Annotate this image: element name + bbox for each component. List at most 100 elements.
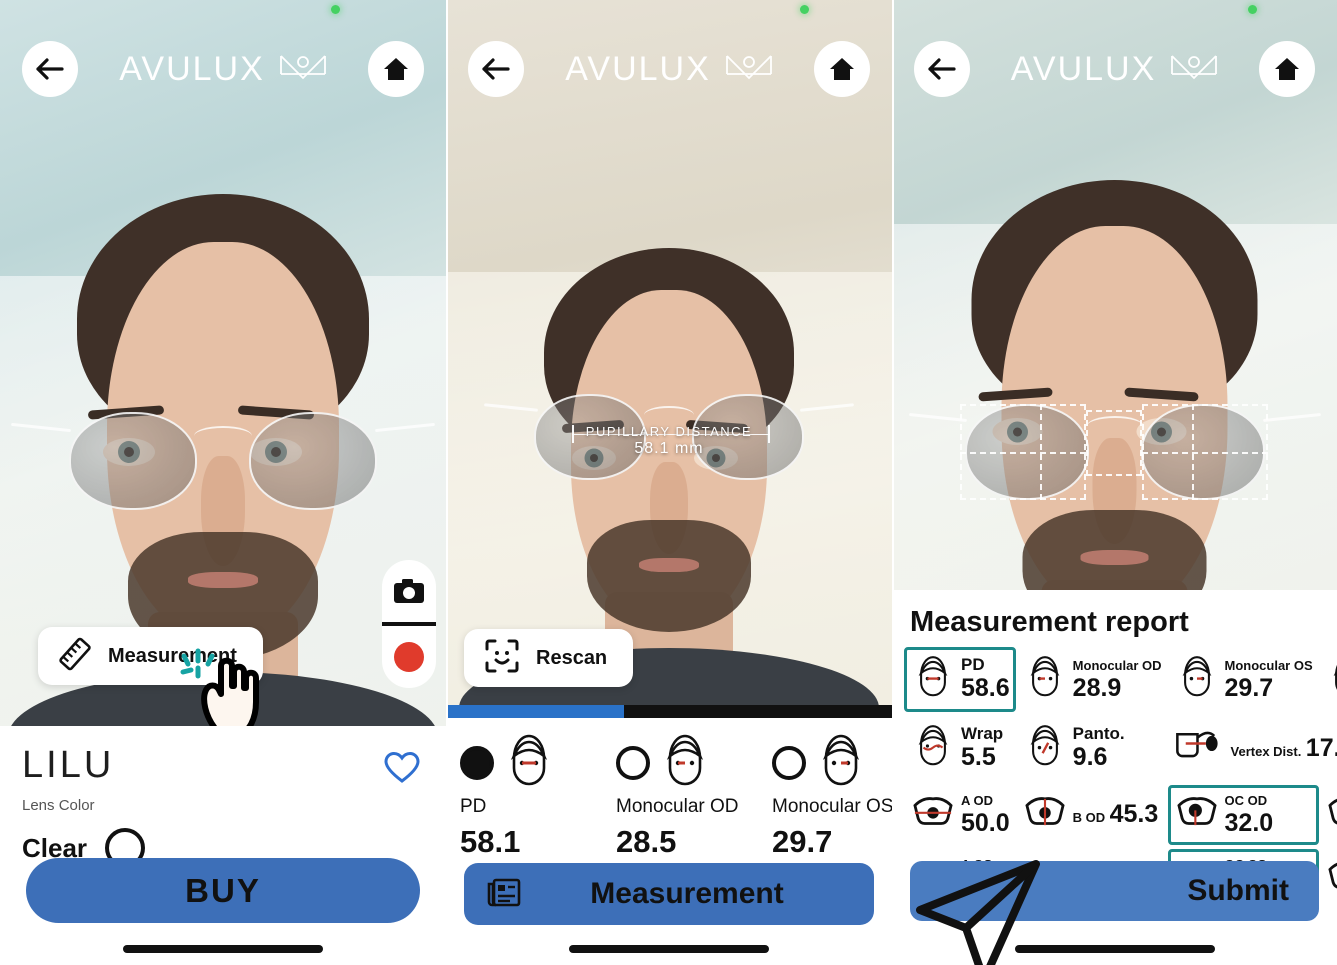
face-panto-icon — [1022, 723, 1068, 774]
vertex-dist-icon — [1174, 724, 1226, 773]
pd-overlay-caption: PUPILLARY DISTANCE — [585, 424, 753, 439]
face-bridge-icon — [1325, 654, 1337, 705]
rescan-chip-button[interactable]: Rescan — [464, 629, 634, 687]
list-item[interactable]: Monocular OS 29.7 — [772, 734, 892, 860]
app-header-1: AVULUX — [0, 40, 446, 98]
avulux-wing-icon — [725, 52, 773, 87]
lens-oc-od-icon — [1174, 792, 1220, 837]
lens-a-od-icon — [910, 792, 956, 837]
rescan-chip-label: Rescan — [536, 646, 608, 669]
measurement-value: 58.1 — [460, 824, 521, 859]
report-item-oc-od[interactable]: OC OD 32.0 — [1167, 785, 1319, 845]
camera-viewport-1: Measurement — [0, 0, 446, 726]
measurement-selector-panel: PD 58.1 Monocular OD 28.5 Monocular OS 2… — [446, 718, 892, 965]
panel-product-view: Measurement LILU Lens Color Clear BUY AV… — [0, 0, 446, 965]
report-item-pd[interactable]: PD 58.6 — [904, 647, 1016, 712]
panel-scan-view: PUPILLARY DISTANCE 58.1 mm Rescan PD 58.… — [446, 0, 892, 965]
product-info-panel: LILU Lens Color Clear BUY — [0, 726, 446, 965]
lens-color-label: Lens Color — [22, 797, 95, 814]
face-pd-icon — [500, 732, 558, 795]
report-item-value: 32.0 — [1224, 809, 1274, 837]
radio-monocular-od[interactable] — [616, 746, 650, 780]
home-indicator — [123, 945, 323, 953]
home-button-1[interactable] — [368, 41, 424, 97]
submit-button-label: Submit — [1187, 874, 1289, 907]
home-button-2[interactable] — [814, 41, 870, 97]
measurement-name: Monocular OS — [772, 796, 892, 817]
report-item-value: 9.6 — [1072, 743, 1108, 772]
measurement-report-button[interactable]: Measurement — [464, 863, 874, 925]
measurement-name: Monocular OD — [616, 796, 739, 817]
camera-controls[interactable] — [382, 560, 436, 688]
back-button-1[interactable] — [22, 41, 78, 97]
face-mono-od-icon — [1022, 654, 1068, 705]
back-button-2[interactable] — [468, 41, 524, 97]
report-item-b-od[interactable]: B OD 45.3 — [1016, 785, 1168, 845]
camera-icon[interactable] — [382, 560, 436, 622]
measurement-report-label: Measurement — [590, 877, 784, 910]
measurement-selector-row: PD 58.1 Monocular OD 28.5 Monocular OS 2… — [446, 718, 892, 860]
a-line-os — [1142, 452, 1268, 454]
report-item-monocular-os[interactable]: Monocular OS 29.7 — [1168, 647, 1319, 712]
brand-logo-2: AVULUX — [524, 50, 814, 89]
measurement-report-panel: Measurement report PD 58.6 Monocular OD … — [892, 590, 1337, 965]
a-line-od — [960, 452, 1086, 454]
report-item-name: Monocular OD — [1072, 657, 1162, 673]
report-item-name: OC OD — [1224, 793, 1268, 808]
camera-active-dot — [331, 5, 340, 14]
report-item-name: Panto. — [1072, 724, 1125, 744]
brand-name-2: AVULUX — [565, 49, 711, 88]
scan-progress-bar — [446, 705, 892, 718]
list-item[interactable]: PD 58.1 — [460, 734, 616, 860]
report-item-name: Monocular OS — [1224, 657, 1313, 673]
report-item-value: 50.0 — [961, 809, 1010, 837]
record-dot-icon[interactable] — [382, 626, 436, 688]
measurement-chip-label: Measurement — [108, 644, 237, 667]
three-panel-screenshot: Measurement LILU Lens Color Clear BUY AV… — [0, 0, 1337, 965]
camera-viewport-2: PUPILLARY DISTANCE 58.1 mm Rescan — [446, 0, 892, 717]
user-face-photo — [892, 150, 1337, 590]
radio-pd[interactable] — [460, 746, 494, 780]
report-item-a-od[interactable]: A OD 50.0 — [904, 785, 1016, 845]
panel-report-view: Measurement report PD 58.6 Monocular OD … — [892, 0, 1337, 965]
back-button-3[interactable] — [914, 41, 970, 97]
radio-monocular-os[interactable] — [772, 746, 806, 780]
report-item-top-os[interactable]: Top (OS) 12.9 — [1319, 849, 1337, 909]
report-item-value: 5.5 — [961, 743, 996, 772]
face-monocular-os-icon — [812, 732, 870, 795]
home-indicator — [569, 945, 769, 953]
report-item-monocular-od[interactable]: Monocular OD 28.9 — [1016, 647, 1168, 712]
buy-button[interactable]: BUY — [26, 858, 420, 923]
measurement-chip-button[interactable]: Measurement — [38, 627, 263, 685]
avulux-wing-icon — [279, 52, 327, 87]
ruler-icon — [58, 637, 92, 676]
report-item-value: 29.7 — [1224, 673, 1274, 702]
pd-overlay-value: 58.1 mm — [634, 440, 704, 457]
report-item-bridge[interactable]: Bridge 19.8 — [1319, 647, 1337, 712]
avulux-wing-icon — [1170, 52, 1218, 87]
report-item-wrap[interactable]: Wrap 5.5 — [904, 716, 1016, 781]
face-pd-icon — [910, 654, 956, 705]
brand-logo-1: AVULUX — [78, 50, 368, 89]
heart-icon[interactable] — [384, 751, 420, 789]
report-item-value: 17.1 — [1305, 733, 1337, 762]
product-title: LILU — [22, 744, 115, 786]
page-title: Measurement report — [910, 606, 1189, 638]
pd-measure-cap-left — [572, 425, 574, 443]
list-item[interactable]: Monocular OD 28.5 — [616, 734, 772, 860]
report-item-name: Wrap — [961, 724, 1004, 744]
report-item-name: Vertex Dist. — [1230, 743, 1302, 759]
report-item-value: 28.9 — [1072, 673, 1122, 702]
home-button-3[interactable] — [1259, 41, 1315, 97]
report-icon — [486, 876, 522, 913]
home-indicator — [1014, 945, 1215, 953]
scan-progress-fill — [446, 705, 625, 718]
submit-button[interactable]: Submit — [910, 861, 1319, 921]
glasses-overlay-1 — [11, 400, 435, 510]
report-item-top-od[interactable]: Top (OD) 13.3 — [1319, 785, 1337, 845]
brand-name-1: AVULUX — [119, 49, 265, 88]
report-item-panto[interactable]: Panto. 9.6 — [1016, 716, 1168, 781]
camera-active-dot — [1248, 5, 1257, 14]
report-item-vertex-dist[interactable]: Vertex Dist. 17.1 — [1168, 716, 1337, 781]
app-header-2: AVULUX — [446, 40, 892, 98]
